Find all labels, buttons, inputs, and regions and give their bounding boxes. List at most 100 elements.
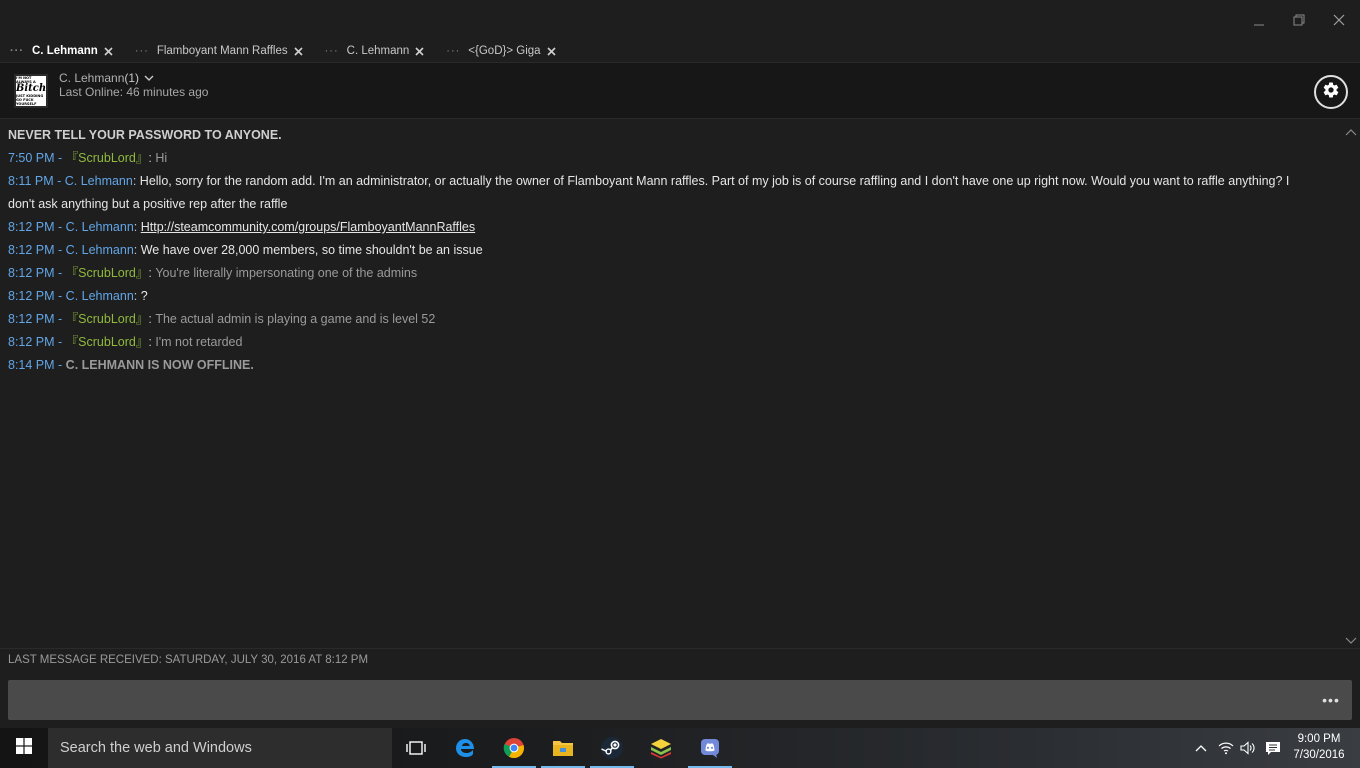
message-colon: : <box>132 174 140 188</box>
tab-flamboyant-mann-raffles[interactable]: ··· Flamboyant Mann Raffles <box>131 40 307 62</box>
close-tab-icon[interactable] <box>104 46 113 56</box>
message-time: 7:50 PM <box>8 151 55 165</box>
message-sender[interactable]: 『ScrubLord』 <box>66 151 149 165</box>
network-icon[interactable] <box>1216 738 1236 758</box>
chevron-up-icon[interactable] <box>1191 738 1211 758</box>
close-icon[interactable] <box>1324 8 1354 32</box>
discord-icon[interactable] <box>686 728 734 768</box>
tab-label: C. Lehmann <box>32 45 98 57</box>
close-tab-icon[interactable] <box>415 46 424 56</box>
clock-time: 9:00 PM <box>1297 733 1341 745</box>
avatar[interactable]: I'M NOT ALWAYS A Bitch JUST KIDDING GO F… <box>14 74 48 108</box>
start-button[interactable] <box>0 728 48 768</box>
gear-icon <box>1322 81 1340 104</box>
message-input-area: ••• <box>8 680 1352 720</box>
message-text: I'm not retarded <box>155 335 243 349</box>
tab-label: <{GoD}> Giga <box>468 45 541 57</box>
message-sender[interactable]: C. Lehmann <box>66 243 134 257</box>
message-colon: : <box>133 220 141 234</box>
message-text: Hi <box>155 151 168 165</box>
tab-c-lehmann[interactable]: ··· C. Lehmann <box>6 40 117 62</box>
message-text: We have over 28,000 members, so time sho… <box>140 243 483 257</box>
message-sender[interactable]: C. Lehmann <box>65 174 133 188</box>
last-message-received: LAST MESSAGE RECEIVED: SATURDAY, JULY 30… <box>8 654 369 666</box>
chrome-icon[interactable] <box>490 728 538 768</box>
message-time: 8:12 PM <box>8 220 55 234</box>
message-sender[interactable]: 『ScrubLord』 <box>66 335 149 349</box>
chat-message: 8:12 PM - 『ScrubLord』: The actual admin … <box>8 308 1308 331</box>
message-time: 8:14 PM <box>8 358 55 372</box>
chat-log[interactable]: NEVER TELL YOUR PASSWORD TO ANYONE. 7:50… <box>0 120 1360 647</box>
chat-message: 8:12 PM - 『ScrubLord』: I'm not retarded <box>8 331 1308 354</box>
message-separator: - <box>54 266 66 280</box>
friend-count: (1) <box>124 71 140 85</box>
message-separator: - <box>54 243 66 257</box>
tab-god-giga[interactable]: ··· <{GoD}> Giga <box>442 40 559 62</box>
chat-message: 8:12 PM - C. Lehmann: Http://steamcommun… <box>8 216 1308 239</box>
edge-icon[interactable] <box>441 728 489 768</box>
chat-tabs: ··· C. Lehmann ··· Flamboyant Mann Raffl… <box>0 40 1360 62</box>
tab-menu-icon[interactable]: ··· <box>446 45 460 57</box>
tab-menu-icon[interactable]: ··· <box>10 45 24 57</box>
last-online: Last Online: 46 minutes ago <box>59 85 209 99</box>
message-separator: - <box>54 358 66 372</box>
message-separator: - <box>54 151 66 165</box>
offline-text: C. LEHMANN IS NOW OFFLINE. <box>65 358 254 372</box>
message-sender[interactable]: 『ScrubLord』 <box>66 312 149 326</box>
message-colon: : <box>133 243 141 257</box>
message-separator: - <box>54 220 66 234</box>
message-sender[interactable]: C. Lehmann <box>66 289 134 303</box>
action-center-icon[interactable] <box>1263 738 1283 758</box>
group-link[interactable]: Http://steamcommunity.com/groups/Flamboy… <box>141 220 475 234</box>
file-explorer-icon[interactable] <box>539 728 587 768</box>
windows-taskbar: 9:00 PM 7/30/2016 <box>0 728 1360 768</box>
scroll-up-icon[interactable] <box>1345 123 1357 141</box>
steam-icon[interactable] <box>588 728 636 768</box>
friend-name-dropdown[interactable]: C. Lehmann (1) <box>59 71 154 85</box>
message-sender[interactable]: 『ScrubLord』 <box>66 266 149 280</box>
search-input[interactable] <box>60 740 380 756</box>
message-separator: - <box>54 335 66 349</box>
task-view-icon[interactable] <box>392 728 440 768</box>
volume-icon[interactable] <box>1238 738 1258 758</box>
offline-notice: 8:14 PM - C. LEHMANN IS NOW OFFLINE. <box>8 354 1308 377</box>
message-time: 8:12 PM <box>8 289 55 303</box>
avatar-text-main: Bitch <box>15 83 47 94</box>
friend-name: C. Lehmann <box>59 71 125 85</box>
tab-menu-icon[interactable]: ··· <box>325 45 339 57</box>
status-bar: LAST MESSAGE RECEIVED: SATURDAY, JULY 30… <box>0 648 1360 672</box>
message-time: 8:12 PM <box>8 335 55 349</box>
minimize-icon[interactable] <box>1244 8 1274 32</box>
clock-date: 7/30/2016 <box>1293 749 1345 761</box>
close-tab-icon[interactable] <box>546 46 556 56</box>
message-separator: - <box>54 312 66 326</box>
tab-label: C. Lehmann <box>346 45 410 57</box>
message-text: The actual admin is playing a game and i… <box>155 312 436 326</box>
chevron-down-icon[interactable] <box>144 74 154 82</box>
message-time: 8:12 PM <box>8 312 55 326</box>
message-time: 8:11 PM <box>8 174 54 188</box>
message-text: Hello, sorry for the random add. I'm an … <box>8 174 1290 211</box>
close-tab-icon[interactable] <box>294 46 303 56</box>
message-text: ? <box>140 289 148 303</box>
chat-message: 7:50 PM - 『ScrubLord』: Hi <box>8 147 1308 170</box>
title-bar <box>0 0 1360 40</box>
tab-label: Flamboyant Mann Raffles <box>156 45 288 57</box>
message-input[interactable] <box>8 680 1308 720</box>
tab-menu-icon[interactable]: ··· <box>135 45 149 57</box>
message-sender[interactable]: C. Lehmann <box>66 220 134 234</box>
message-colon: : <box>133 289 141 303</box>
bluestacks-icon[interactable] <box>637 728 685 768</box>
message-time: 8:12 PM <box>8 266 55 280</box>
chat-message: 8:11 PM - C. Lehmann: Hello, sorry for t… <box>8 170 1308 216</box>
friend-header: I'M NOT ALWAYS A Bitch JUST KIDDING GO F… <box>0 62 1360 119</box>
taskbar-search[interactable] <box>48 728 392 768</box>
message-separator: - <box>53 174 65 188</box>
system-clock[interactable]: 9:00 PM 7/30/2016 <box>1286 731 1352 763</box>
tab-c-lehmann-2[interactable]: ··· C. Lehmann <box>321 40 429 62</box>
more-options-button[interactable]: ••• <box>1320 692 1342 708</box>
restore-icon[interactable] <box>1284 8 1314 32</box>
settings-button[interactable] <box>1314 75 1348 109</box>
message-text: You're literally impersonating one of th… <box>155 266 418 280</box>
chat-message: 8:12 PM - 『ScrubLord』: You're literally … <box>8 262 1308 285</box>
